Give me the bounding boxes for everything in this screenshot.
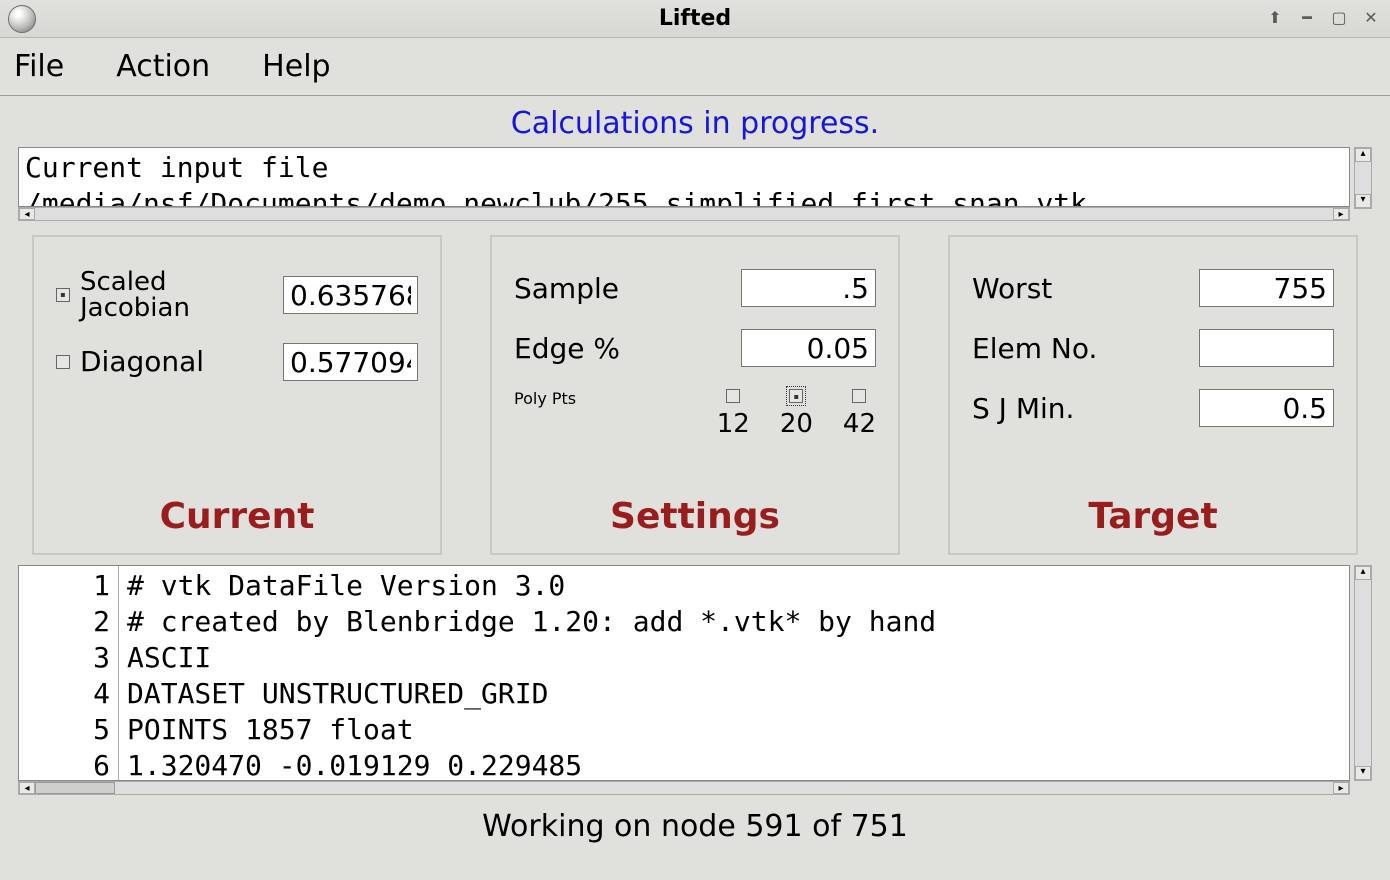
window-up-icon[interactable]: ⬆ (1262, 6, 1288, 28)
sample-input[interactable] (741, 269, 876, 307)
row-diagonal: Diagonal (56, 343, 418, 381)
menu-bar: File Action Help (0, 38, 1390, 96)
scaled-jacobian-input[interactable] (283, 276, 418, 314)
polypts-options: 12 20 42 (717, 389, 876, 439)
worst-input[interactable] (1199, 269, 1334, 307)
scroll-up-icon[interactable]: ▴ (1355, 148, 1371, 162)
panels-row: ScaledJacobian Diagonal Current Sample E… (32, 235, 1358, 555)
panel-current-title: Current (56, 496, 418, 537)
window-minimize-icon[interactable]: ━ (1294, 6, 1320, 28)
row-edge: Edge % (514, 329, 876, 367)
menu-help[interactable]: Help (258, 47, 334, 86)
code-line-1: # vtk DataFile Version 3.0 (127, 569, 565, 602)
app-icon (8, 5, 36, 33)
scroll-left-icon[interactable]: ◂ (19, 208, 35, 220)
code-hscrollbar[interactable]: ◂ ▸ (18, 781, 1350, 795)
status-message: Calculations in progress. (0, 96, 1390, 147)
panel-settings: Sample Edge % Poly Pts 12 20 (490, 235, 900, 555)
worst-label: Worst (972, 272, 1052, 305)
polypts-42-checkbox[interactable] (852, 389, 866, 403)
code-line-2: # created by Blenbridge 1.20: add *.vtk*… (127, 605, 936, 638)
menu-file[interactable]: File (10, 47, 68, 86)
code-line-4: DATASET UNSTRUCTURED_GRID (127, 677, 548, 710)
elemno-input[interactable] (1199, 329, 1334, 367)
polypts-20-label: 20 (780, 409, 813, 439)
code-line-5: POINTS 1857 float (127, 713, 414, 746)
input-file-hscrollbar[interactable]: ◂ ▸ (18, 207, 1350, 221)
code-line-3: ASCII (127, 641, 211, 674)
diagonal-checkbox[interactable] (56, 355, 70, 369)
row-sample: Sample (514, 269, 876, 307)
input-file-vscrollbar[interactable]: ▴ ▾ (1354, 147, 1372, 209)
panel-target-title: Target (972, 496, 1334, 537)
polypts-20-checkbox[interactable] (789, 389, 803, 403)
sjmin-label: S J Min. (972, 392, 1074, 425)
menu-action[interactable]: Action (112, 47, 214, 86)
scroll-right-icon[interactable]: ▸ (1333, 208, 1349, 220)
input-file-line2: /media/nsf/Documents/demo_newclub/255_si… (25, 187, 1087, 207)
window-title: Lifted (0, 6, 1390, 31)
elemno-label: Elem No. (972, 332, 1097, 365)
edge-label: Edge % (514, 332, 620, 365)
row-worst: Worst (972, 269, 1334, 307)
code-vscrollbar[interactable]: ▴ ▾ (1354, 565, 1372, 781)
polypts-opt-42: 42 (843, 389, 876, 439)
diagonal-label: Diagonal (80, 348, 204, 376)
polypts-42-label: 42 (843, 409, 876, 439)
polypts-label: Poly Pts (514, 389, 576, 408)
panel-settings-title: Settings (514, 496, 876, 537)
code-gutter: 1 2 3 4 5 6 (19, 566, 119, 780)
panel-target: Worst Elem No. S J Min. Target (948, 235, 1358, 555)
status-bottom: Working on node 591 of 751 (0, 809, 1390, 844)
code-scroll-right-icon[interactable]: ▸ (1333, 782, 1349, 794)
row-scaled-jacobian: ScaledJacobian (56, 269, 418, 321)
code-line-6: 1.320470 -0.019129 0.229485 (127, 749, 582, 780)
panel-current: ScaledJacobian Diagonal Current (32, 235, 442, 555)
polypts-opt-20: 20 (780, 389, 813, 439)
input-file-panel: Current input file /media/nsf/Documents/… (18, 147, 1372, 221)
code-viewer: 1 2 3 4 5 6 # vtk DataFile Version 3.0 #… (18, 565, 1372, 795)
code-lines[interactable]: # vtk DataFile Version 3.0 # created by … (119, 566, 1349, 780)
scroll-down-icon[interactable]: ▾ (1355, 194, 1371, 208)
sjmin-input[interactable] (1199, 389, 1334, 427)
input-file-textarea[interactable]: Current input file /media/nsf/Documents/… (18, 147, 1350, 207)
row-sjmin: S J Min. (972, 389, 1334, 427)
title-bar: Lifted ⬆ ━ ▢ ✕ (0, 0, 1390, 38)
scaled-jacobian-label: ScaledJacobian (80, 269, 190, 321)
polypts-12-checkbox[interactable] (726, 389, 740, 403)
input-file-line1: Current input file (25, 151, 328, 184)
diagonal-input[interactable] (283, 343, 418, 381)
polypts-12-label: 12 (717, 409, 750, 439)
code-scroll-left-icon[interactable]: ◂ (19, 782, 35, 794)
row-elemno: Elem No. (972, 329, 1334, 367)
polypts-opt-12: 12 (717, 389, 750, 439)
scaled-jacobian-checkbox[interactable] (56, 288, 70, 302)
row-polypts: Poly Pts 12 20 42 (514, 389, 876, 439)
code-hscroll-thumb[interactable] (35, 782, 115, 794)
code-scroll-up-icon[interactable]: ▴ (1355, 566, 1371, 580)
window-maximize-icon[interactable]: ▢ (1326, 6, 1352, 28)
code-scroll-down-icon[interactable]: ▾ (1355, 766, 1371, 780)
code-box[interactable]: 1 2 3 4 5 6 # vtk DataFile Version 3.0 #… (18, 565, 1350, 781)
edge-input[interactable] (741, 329, 876, 367)
window-close-icon[interactable]: ✕ (1358, 6, 1384, 28)
sample-label: Sample (514, 272, 619, 305)
window-controls: ⬆ ━ ▢ ✕ (1262, 6, 1384, 28)
